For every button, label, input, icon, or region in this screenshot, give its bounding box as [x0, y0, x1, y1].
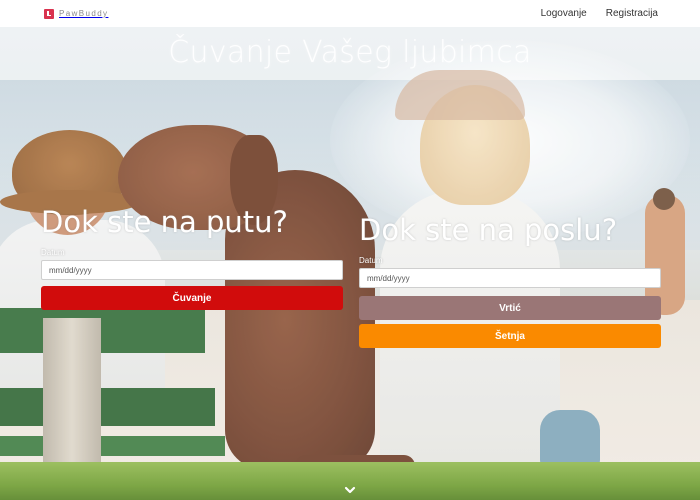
brand-link[interactable]: PawBuddy	[44, 8, 109, 19]
cuvanje-button[interactable]: Čuvanje	[41, 286, 343, 310]
travel-panel: Dok ste na putu? Datum Čuvanje	[41, 202, 343, 310]
work-date-input[interactable]	[359, 268, 661, 288]
hero-title: Čuvanje Vašeg ljubimca	[168, 35, 532, 70]
work-heading: Dok ste na poslu?	[359, 213, 618, 247]
setnja-button[interactable]: Šetnja	[359, 324, 661, 348]
vrtic-button[interactable]: Vrtić	[359, 296, 661, 320]
brand-name: PawBuddy	[59, 9, 109, 18]
work-date-label: Datum	[359, 256, 383, 265]
register-link[interactable]: Registracija	[606, 8, 658, 19]
login-link[interactable]: Logovanje	[541, 8, 587, 19]
travel-heading: Dok ste na putu?	[41, 205, 288, 239]
work-panel: Dok ste na poslu? Datum Vrtić Šetnja	[359, 210, 661, 348]
pawbuddy-logo-icon	[44, 8, 54, 19]
chevron-down-icon[interactable]	[343, 485, 357, 497]
travel-date-label: Datum	[41, 248, 65, 257]
nav-links: Logovanje Registracija	[541, 8, 658, 19]
travel-date-input[interactable]	[41, 260, 343, 280]
navbar: PawBuddy Logovanje Registracija	[0, 0, 700, 27]
